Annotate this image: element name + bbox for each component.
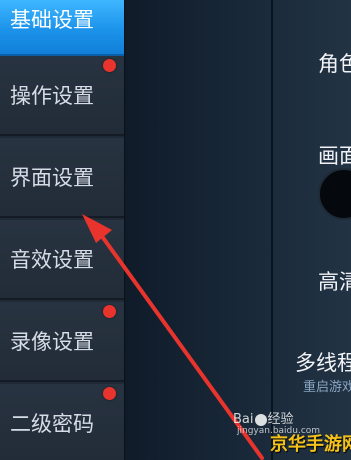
sidebar-item-label: 录像设置: [10, 330, 94, 354]
sidebar-item-label: 界面设置: [10, 166, 94, 190]
sidebar-item-label: 操作设置: [10, 84, 94, 108]
notification-badge: [103, 305, 116, 318]
sidebar-item-label: 音效设置: [10, 248, 94, 272]
option-hd-label: 高清: [318, 270, 351, 294]
option-multithread-label: 多线程: [295, 351, 351, 375]
site-watermark: 京华手游网: [270, 434, 351, 455]
sidebar-item-secondary-password[interactable]: 二级密码: [0, 384, 124, 460]
baidu-watermark: Bai 经验: [233, 412, 294, 427]
option-role-label: 角色: [318, 52, 351, 76]
sidebar-item-label: 二级密码: [10, 412, 94, 436]
paw-icon: [254, 413, 267, 426]
sidebar-item-label: 基础设置: [10, 8, 94, 32]
settings-screen: 基础设置 操作设置 界面设置 音效设置 录像设置 二级密码 角色 画面 高清 多…: [0, 0, 351, 460]
panel-divider: [271, 0, 273, 460]
sidebar-item-sound-settings[interactable]: 音效设置: [0, 220, 124, 300]
sidebar-item-control-settings[interactable]: 操作设置: [0, 56, 124, 136]
notification-badge: [103, 387, 116, 400]
sidebar-item-interface-settings[interactable]: 界面设置: [0, 138, 124, 218]
sidebar-item-recording-settings[interactable]: 录像设置: [0, 302, 124, 382]
notification-badge: [103, 59, 116, 72]
option-multithread-sub: 重启游戏: [303, 380, 351, 395]
sidebar-item-basic-settings[interactable]: 基础设置: [0, 0, 124, 56]
option-graphics-label: 画面: [318, 144, 351, 168]
settings-sidebar: 基础设置 操作设置 界面设置 音效设置 录像设置 二级密码: [0, 0, 125, 460]
